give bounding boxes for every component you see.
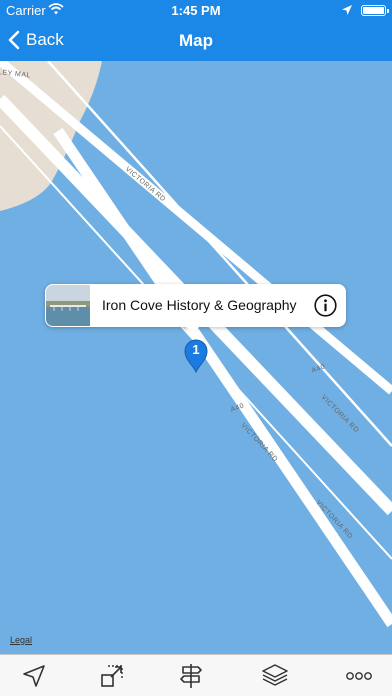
directions-signpost-icon xyxy=(180,664,202,688)
pin-number: 1 xyxy=(192,342,200,357)
map-layers-button[interactable] xyxy=(260,662,290,690)
legal-link[interactable]: Legal xyxy=(10,635,32,645)
callout-thumbnail xyxy=(46,285,90,326)
info-icon[interactable] xyxy=(314,294,337,317)
battery-icon xyxy=(361,5,389,16)
locate-button[interactable] xyxy=(19,662,49,690)
road-thin-1 xyxy=(47,61,392,447)
directions-button[interactable] xyxy=(176,662,206,690)
clock: 1:45 PM xyxy=(171,3,221,18)
navigation-bar: Back Map xyxy=(0,20,392,61)
more-button[interactable] xyxy=(344,662,374,690)
locate-icon xyxy=(23,665,45,687)
callout-title: Iron Cove History & Geography xyxy=(102,297,297,313)
callout-pointer xyxy=(185,325,201,333)
map-pin[interactable]: 1 xyxy=(184,339,208,374)
bottom-toolbar xyxy=(0,654,392,696)
map-callout[interactable]: Iron Cove History & Geography xyxy=(45,284,346,327)
status-bar: Carrier 1:45 PM xyxy=(0,0,392,20)
more-icon xyxy=(346,672,372,680)
road-main-3 xyxy=(53,127,392,628)
map-view[interactable]: LEY MAL VICTORIA RD VICTORIA RD A40 A40 … xyxy=(0,61,392,654)
page-title: Map xyxy=(179,31,213,50)
map-layers-icon xyxy=(262,664,288,686)
location-arrow-icon xyxy=(342,3,352,18)
zoom-to-fit-button[interactable] xyxy=(97,662,127,690)
zoom-to-fit-icon xyxy=(101,665,123,687)
